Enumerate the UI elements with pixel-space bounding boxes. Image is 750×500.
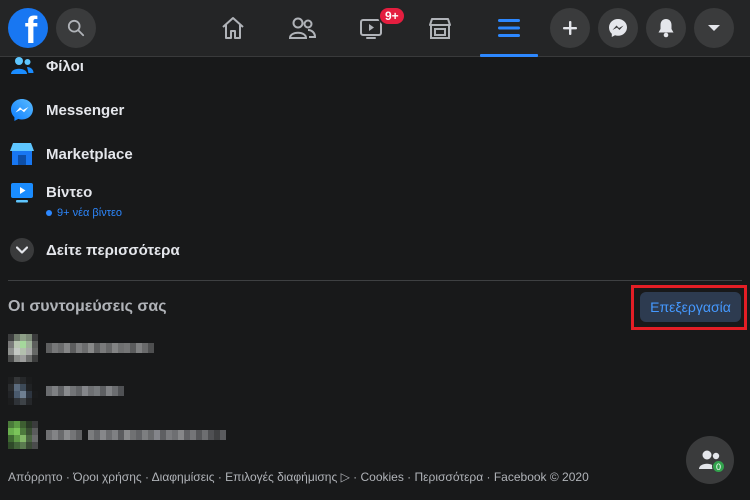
video-icon — [8, 178, 36, 206]
search-button[interactable] — [56, 8, 96, 48]
see-more-icon-wrap — [8, 236, 36, 264]
menu-item-see-more[interactable]: Δείτε περισσότερα — [8, 230, 348, 270]
active-tab-indicator — [480, 54, 538, 57]
home-icon — [222, 17, 244, 39]
section-divider — [8, 280, 742, 281]
plus-icon — [563, 21, 577, 35]
shortcut-item[interactable] — [8, 334, 154, 362]
account-menu-button[interactable] — [694, 8, 734, 48]
menu-item-messenger-label: Messenger — [46, 101, 125, 119]
new-videos-count: 9+ νέα βίντεο — [57, 207, 123, 219]
facebook-logo-letter: f — [24, 10, 38, 48]
facebook-logo[interactable]: f — [8, 8, 48, 48]
bell-icon — [658, 19, 674, 38]
new-videos-indicator: 9+ νέα βίντεο — [46, 207, 122, 219]
shortcut-avatar — [8, 421, 38, 449]
new-room-button[interactable] — [686, 436, 734, 484]
menu-item-marketplace[interactable]: Marketplace — [8, 134, 348, 174]
notifications-button[interactable] — [646, 8, 686, 48]
chevron-down-icon — [10, 238, 34, 262]
shortcut-item[interactable] — [8, 421, 226, 449]
nav-home-tab[interactable] — [205, 6, 261, 50]
shortcuts-title: Οι συντομεύσεις σας — [8, 298, 167, 315]
new-videos-dot — [46, 210, 52, 216]
shortcut-avatar — [8, 377, 38, 405]
marketplace-icon — [8, 140, 36, 168]
nav-friends-tab[interactable] — [274, 6, 330, 50]
shortcut-name-blurred — [46, 430, 226, 440]
new-room-badge: 0 — [712, 460, 725, 473]
menu-item-friends[interactable]: Φίλοι — [8, 46, 348, 86]
menu-icon — [498, 19, 520, 37]
marketplace-icon — [429, 18, 451, 39]
menu-item-video-label: Βίντεο — [46, 183, 93, 201]
nav-menu-tab[interactable] — [481, 6, 537, 50]
friends-icon — [288, 17, 316, 39]
menu-item-see-more-label: Δείτε περισσότερα — [46, 241, 180, 259]
menu-item-marketplace-label: Marketplace — [46, 145, 133, 163]
messenger-icon — [609, 19, 627, 37]
search-icon — [67, 19, 85, 37]
menu-item-video[interactable]: Βίντεο — [8, 172, 348, 212]
menu-item-friends-label: Φίλοι — [46, 57, 84, 75]
messenger-button[interactable] — [598, 8, 638, 48]
shortcut-item[interactable] — [8, 377, 124, 405]
shortcut-name-blurred — [46, 343, 154, 353]
friends-icon — [8, 52, 36, 80]
edit-shortcuts-button[interactable]: Επεξεργασία — [640, 292, 741, 322]
create-button[interactable] — [550, 8, 590, 48]
menu-item-messenger[interactable]: Messenger — [8, 90, 348, 130]
footer-links[interactable]: Απόρρητο · Όροι χρήσης · Διαφημίσεις · Ε… — [8, 470, 589, 484]
shortcut-avatar — [8, 334, 38, 362]
watch-notifications-badge: 9+ — [378, 6, 406, 26]
shortcut-name-blurred — [46, 386, 124, 396]
caret-down-icon — [708, 25, 720, 31]
nav-marketplace-tab[interactable] — [412, 6, 468, 50]
messenger-icon — [8, 96, 36, 124]
